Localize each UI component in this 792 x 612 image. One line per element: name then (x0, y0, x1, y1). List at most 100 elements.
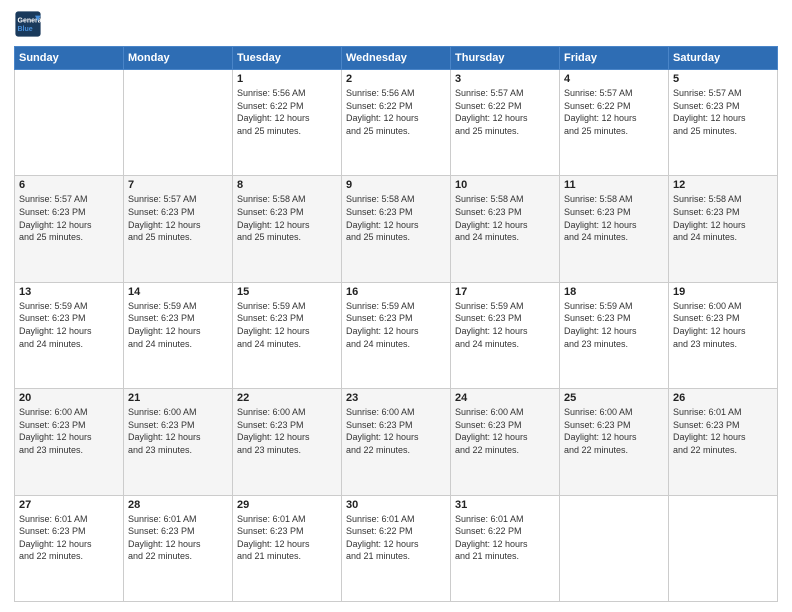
day-number: 30 (346, 499, 446, 511)
day-info: Sunrise: 5:59 AM Sunset: 6:23 PM Dayligh… (237, 300, 337, 350)
day-number: 12 (673, 179, 773, 191)
calendar-cell: 10 Sunrise: 5:58 AM Sunset: 6:23 PM Dayli… (451, 176, 560, 282)
page: General Blue SundayMondayTuesdayWednesda… (0, 0, 792, 612)
day-info: Sunrise: 5:59 AM Sunset: 6:23 PM Dayligh… (19, 300, 119, 350)
day-info: Sunrise: 5:59 AM Sunset: 6:23 PM Dayligh… (564, 300, 664, 350)
weekday-thursday: Thursday (451, 47, 560, 70)
day-info: Sunrise: 5:58 AM Sunset: 6:23 PM Dayligh… (673, 193, 773, 243)
logo-icon: General Blue (14, 10, 42, 38)
day-number: 21 (128, 392, 228, 404)
day-info: Sunrise: 6:01 AM Sunset: 6:23 PM Dayligh… (673, 406, 773, 456)
day-info: Sunrise: 5:57 AM Sunset: 6:23 PM Dayligh… (19, 193, 119, 243)
day-info: Sunrise: 5:57 AM Sunset: 6:23 PM Dayligh… (128, 193, 228, 243)
calendar-week-2: 13 Sunrise: 5:59 AM Sunset: 6:23 PM Dayli… (15, 282, 778, 388)
day-info: Sunrise: 5:57 AM Sunset: 6:22 PM Dayligh… (564, 87, 664, 137)
day-info: Sunrise: 5:58 AM Sunset: 6:23 PM Dayligh… (346, 193, 446, 243)
calendar-cell: 26 Sunrise: 6:01 AM Sunset: 6:23 PM Dayli… (669, 389, 778, 495)
day-number: 27 (19, 499, 119, 511)
day-number: 1 (237, 73, 337, 85)
weekday-tuesday: Tuesday (233, 47, 342, 70)
day-number: 8 (237, 179, 337, 191)
day-number: 24 (455, 392, 555, 404)
day-number: 7 (128, 179, 228, 191)
day-number: 29 (237, 499, 337, 511)
day-number: 17 (455, 286, 555, 298)
day-number: 20 (19, 392, 119, 404)
day-info: Sunrise: 5:56 AM Sunset: 6:22 PM Dayligh… (346, 87, 446, 137)
calendar-cell: 8 Sunrise: 5:58 AM Sunset: 6:23 PM Daylig… (233, 176, 342, 282)
calendar-cell (560, 495, 669, 601)
calendar-cell: 4 Sunrise: 5:57 AM Sunset: 6:22 PM Daylig… (560, 70, 669, 176)
day-number: 16 (346, 286, 446, 298)
day-info: Sunrise: 6:01 AM Sunset: 6:23 PM Dayligh… (19, 513, 119, 563)
day-number: 11 (564, 179, 664, 191)
day-info: Sunrise: 5:58 AM Sunset: 6:23 PM Dayligh… (455, 193, 555, 243)
day-number: 22 (237, 392, 337, 404)
calendar-cell: 27 Sunrise: 6:01 AM Sunset: 6:23 PM Dayli… (15, 495, 124, 601)
day-info: Sunrise: 6:00 AM Sunset: 6:23 PM Dayligh… (564, 406, 664, 456)
day-number: 4 (564, 73, 664, 85)
day-number: 31 (455, 499, 555, 511)
day-number: 23 (346, 392, 446, 404)
weekday-header-row: SundayMondayTuesdayWednesdayThursdayFrid… (15, 47, 778, 70)
weekday-sunday: Sunday (15, 47, 124, 70)
day-number: 5 (673, 73, 773, 85)
calendar-cell: 9Sunrise: 5:58 AM Sunset: 6:23 PM Daylig… (342, 176, 451, 282)
day-info: Sunrise: 5:59 AM Sunset: 6:23 PM Dayligh… (128, 300, 228, 350)
calendar-cell: 6 Sunrise: 5:57 AM Sunset: 6:23 PM Daylig… (15, 176, 124, 282)
day-info: Sunrise: 6:01 AM Sunset: 6:22 PM Dayligh… (346, 513, 446, 563)
calendar-week-0: 1 Sunrise: 5:56 AM Sunset: 6:22 PM Daylig… (15, 70, 778, 176)
day-number: 19 (673, 286, 773, 298)
day-number: 6 (19, 179, 119, 191)
day-info: Sunrise: 6:01 AM Sunset: 6:22 PM Dayligh… (455, 513, 555, 563)
calendar-cell: 13 Sunrise: 5:59 AM Sunset: 6:23 PM Dayli… (15, 282, 124, 388)
day-number: 26 (673, 392, 773, 404)
calendar-cell: 25 Sunrise: 6:00 AM Sunset: 6:23 PM Dayli… (560, 389, 669, 495)
weekday-wednesday: Wednesday (342, 47, 451, 70)
day-info: Sunrise: 6:00 AM Sunset: 6:23 PM Dayligh… (673, 300, 773, 350)
svg-text:Blue: Blue (18, 26, 33, 33)
calendar-cell: 22Sunrise: 6:00 AM Sunset: 6:23 PM Dayli… (233, 389, 342, 495)
day-info: Sunrise: 6:01 AM Sunset: 6:23 PM Dayligh… (128, 513, 228, 563)
day-number: 14 (128, 286, 228, 298)
calendar-cell: 11Sunrise: 5:58 AM Sunset: 6:23 PM Dayli… (560, 176, 669, 282)
calendar-cell: 19 Sunrise: 6:00 AM Sunset: 6:23 PM Dayli… (669, 282, 778, 388)
day-info: Sunrise: 5:57 AM Sunset: 6:23 PM Dayligh… (673, 87, 773, 137)
calendar-cell: 5 Sunrise: 5:57 AM Sunset: 6:23 PM Daylig… (669, 70, 778, 176)
calendar-cell: 29Sunrise: 6:01 AM Sunset: 6:23 PM Dayli… (233, 495, 342, 601)
weekday-friday: Friday (560, 47, 669, 70)
day-number: 3 (455, 73, 555, 85)
logo: General Blue (14, 10, 42, 38)
calendar-cell: 3 Sunrise: 5:57 AM Sunset: 6:22 PM Daylig… (451, 70, 560, 176)
calendar-cell: 14 Sunrise: 5:59 AM Sunset: 6:23 PM Dayli… (124, 282, 233, 388)
day-number: 13 (19, 286, 119, 298)
calendar-cell: 23Sunrise: 6:00 AM Sunset: 6:23 PM Dayli… (342, 389, 451, 495)
day-number: 25 (564, 392, 664, 404)
calendar-cell (124, 70, 233, 176)
day-info: Sunrise: 6:00 AM Sunset: 6:23 PM Dayligh… (128, 406, 228, 456)
calendar-week-1: 6 Sunrise: 5:57 AM Sunset: 6:23 PM Daylig… (15, 176, 778, 282)
calendar-cell: 16 Sunrise: 5:59 AM Sunset: 6:23 PM Dayli… (342, 282, 451, 388)
weekday-saturday: Saturday (669, 47, 778, 70)
header: General Blue (14, 10, 778, 38)
calendar-table: SundayMondayTuesdayWednesdayThursdayFrid… (14, 46, 778, 602)
calendar-cell: 21 Sunrise: 6:00 AM Sunset: 6:23 PM Dayli… (124, 389, 233, 495)
calendar-week-3: 20 Sunrise: 6:00 AM Sunset: 6:23 PM Dayli… (15, 389, 778, 495)
calendar-cell: 12 Sunrise: 5:58 AM Sunset: 6:23 PM Dayli… (669, 176, 778, 282)
weekday-monday: Monday (124, 47, 233, 70)
calendar-cell: 17 Sunrise: 5:59 AM Sunset: 6:23 PM Dayli… (451, 282, 560, 388)
day-info: Sunrise: 5:59 AM Sunset: 6:23 PM Dayligh… (455, 300, 555, 350)
day-info: Sunrise: 5:57 AM Sunset: 6:22 PM Dayligh… (455, 87, 555, 137)
calendar-cell (669, 495, 778, 601)
day-number: 2 (346, 73, 446, 85)
calendar-cell (15, 70, 124, 176)
day-number: 10 (455, 179, 555, 191)
day-info: Sunrise: 5:58 AM Sunset: 6:23 PM Dayligh… (237, 193, 337, 243)
calendar-cell: 2 Sunrise: 5:56 AM Sunset: 6:22 PM Daylig… (342, 70, 451, 176)
calendar-cell: 1Sunrise: 5:56 AM Sunset: 6:22 PM Daylig… (233, 70, 342, 176)
calendar-cell: 28Sunrise: 6:01 AM Sunset: 6:23 PM Dayli… (124, 495, 233, 601)
calendar-cell: 20Sunrise: 6:00 AM Sunset: 6:23 PM Dayli… (15, 389, 124, 495)
day-number: 15 (237, 286, 337, 298)
day-info: Sunrise: 5:59 AM Sunset: 6:23 PM Dayligh… (346, 300, 446, 350)
day-info: Sunrise: 6:00 AM Sunset: 6:23 PM Dayligh… (455, 406, 555, 456)
